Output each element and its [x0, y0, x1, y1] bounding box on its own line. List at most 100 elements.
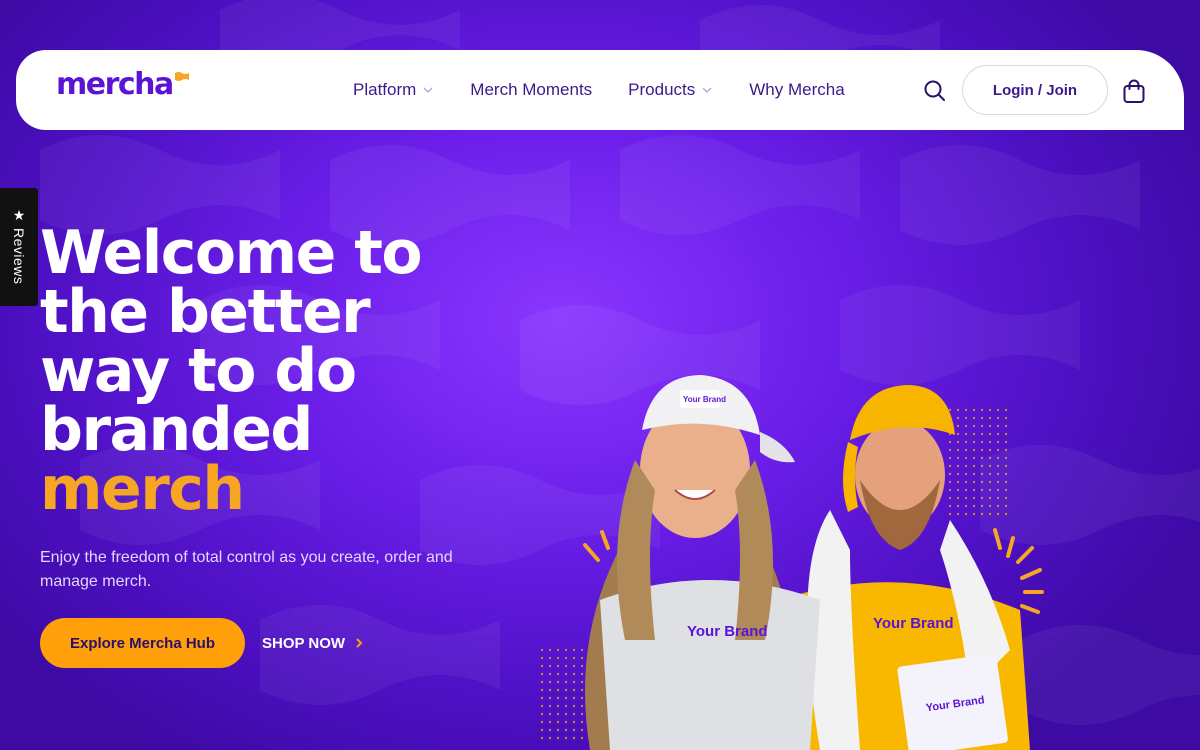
decoration-dot — [956, 416, 960, 420]
decoration-dot — [996, 488, 1000, 492]
decoration-dot — [980, 488, 984, 492]
decoration-dot — [1004, 496, 1008, 500]
decoration-dot — [980, 512, 984, 516]
decoration-dot — [540, 688, 544, 692]
decoration-dot — [948, 464, 952, 468]
decoration-dot — [564, 688, 568, 692]
decoration-dot — [980, 440, 984, 444]
decoration-dot — [564, 680, 568, 684]
decoration-dot — [580, 736, 584, 740]
decoration-dot — [556, 688, 560, 692]
explore-mercha-hub-button[interactable]: Explore Mercha Hub — [40, 618, 245, 668]
logo-flag-icon — [174, 72, 189, 81]
decoration-dot — [988, 408, 992, 412]
decoration-dot — [956, 464, 960, 468]
decoration-dot — [1004, 432, 1008, 436]
login-join-button[interactable]: Login / Join — [962, 65, 1108, 115]
woman-shirt-brand-text: Your Brand — [687, 623, 768, 640]
man-shirt-brand-text: Your Brand — [873, 615, 954, 632]
cap-brand-text: Your Brand — [683, 395, 726, 404]
shop-now-label: SHOP NOW — [262, 634, 346, 652]
decoration-dot — [572, 680, 576, 684]
decoration-dot — [972, 512, 976, 516]
nav-item-platform[interactable]: Platform — [353, 80, 434, 100]
decoration-dot — [540, 728, 544, 732]
decoration-dot — [996, 416, 1000, 420]
decoration-dot — [540, 736, 544, 740]
decoration-dot — [988, 432, 992, 436]
hero-heading-line: the better — [40, 277, 371, 347]
decoration-dot — [572, 664, 576, 668]
decoration-dot — [572, 696, 576, 700]
decoration-dot — [548, 680, 552, 684]
decoration-dot — [956, 496, 960, 500]
logo-wordmark: mercha — [56, 67, 174, 102]
decoration-dot — [1004, 424, 1008, 428]
reviews-tab[interactable]: ★ Reviews — [0, 188, 38, 306]
decoration-dot — [540, 696, 544, 700]
decoration-dot — [964, 416, 968, 420]
chevron-down-icon — [702, 87, 712, 94]
decoration-dot — [964, 456, 968, 460]
decoration-dot — [980, 504, 984, 508]
decoration-dot — [1004, 480, 1008, 484]
hero-heading-line: branded — [40, 395, 313, 465]
decoration-dot — [988, 488, 992, 492]
decoration-dot — [980, 424, 984, 428]
decoration-dot — [964, 480, 968, 484]
shop-now-link[interactable]: SHOP NOW — [262, 632, 363, 654]
decoration-dot — [572, 688, 576, 692]
decoration-dot — [548, 736, 552, 740]
decoration-dot — [964, 512, 968, 516]
decoration-dot — [996, 480, 1000, 484]
decoration-dot — [996, 512, 1000, 516]
decoration-dot — [948, 488, 952, 492]
woman-figure: Your Brand Your Brand — [585, 375, 820, 750]
decoration-dot — [556, 712, 560, 716]
mercha-logo[interactable]: mercha — [56, 68, 189, 108]
search-icon[interactable] — [922, 78, 948, 104]
decoration-dot — [548, 712, 552, 716]
decoration-dot — [964, 440, 968, 444]
decoration-dot — [564, 736, 568, 740]
chevron-right-icon — [356, 638, 363, 648]
decoration-dot — [556, 672, 560, 676]
decoration-dot — [1004, 440, 1008, 444]
decoration-dot — [972, 488, 976, 492]
decoration-dot — [972, 416, 976, 420]
decoration-dot — [956, 440, 960, 444]
hero-heading-line: way to do — [40, 336, 357, 406]
decoration-dot — [572, 728, 576, 732]
decoration-dot — [556, 736, 560, 740]
nav-item-why-mercha[interactable]: Why Mercha — [749, 80, 844, 100]
decoration-dot — [972, 448, 976, 452]
nav-item-products[interactable]: Products — [628, 80, 713, 100]
decoration-dot — [988, 448, 992, 452]
decoration-dot — [564, 696, 568, 700]
decoration-dot — [972, 496, 976, 500]
shopping-bag-icon[interactable] — [1122, 78, 1146, 104]
nav-item-merch-moments[interactable]: Merch Moments — [470, 80, 592, 100]
decoration-dot — [540, 712, 544, 716]
decoration-dot — [980, 448, 984, 452]
decoration-dot — [1004, 416, 1008, 420]
decoration-dot — [996, 456, 1000, 460]
decoration-dot — [556, 656, 560, 660]
decoration-dot — [980, 416, 984, 420]
decoration-dot — [548, 656, 552, 660]
decoration-dot — [580, 664, 584, 668]
decoration-dot — [948, 456, 952, 460]
decoration-dot — [548, 728, 552, 732]
decoration-dot — [988, 440, 992, 444]
decoration-dot — [972, 440, 976, 444]
decoration-dot — [564, 648, 568, 652]
decoration-dot — [572, 672, 576, 676]
decoration-dot — [564, 720, 568, 724]
decoration-dot — [964, 488, 968, 492]
decoration-dot — [956, 424, 960, 428]
decoration-dot — [972, 456, 976, 460]
decoration-dot — [556, 648, 560, 652]
decoration-dot — [572, 704, 576, 708]
decoration-dot — [964, 448, 968, 452]
decoration-dot — [996, 504, 1000, 508]
